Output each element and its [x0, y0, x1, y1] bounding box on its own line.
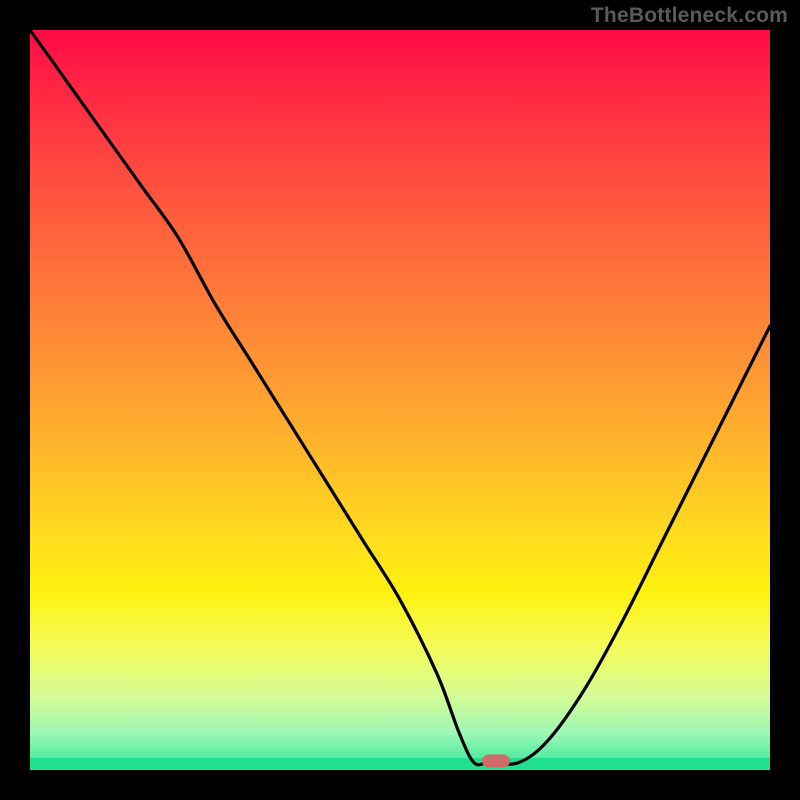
plot-area [30, 30, 770, 770]
watermark-text: TheBottleneck.com [591, 4, 788, 28]
chart-frame: TheBottleneck.com [0, 0, 800, 800]
curve-path [30, 30, 770, 765]
optimal-marker [482, 755, 510, 768]
bottleneck-curve [30, 30, 770, 770]
